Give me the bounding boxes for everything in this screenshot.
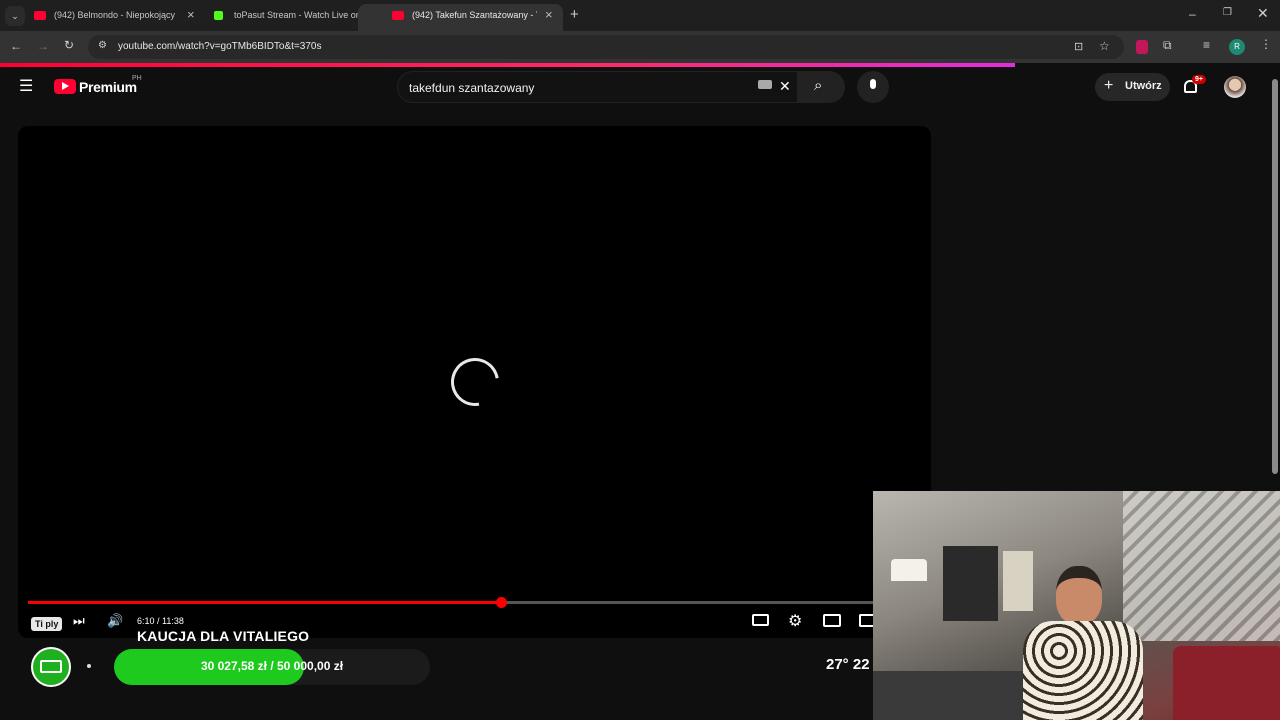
settings-gear-icon[interactable]: ⚙: [788, 611, 802, 631]
search-input[interactable]: takefdun szantazowany ✕: [397, 71, 798, 103]
donation-money-icon: [31, 647, 71, 687]
next-video-icon[interactable]: ⏭: [73, 613, 85, 629]
youtube-logo[interactable]: [54, 79, 76, 94]
kick-favicon-icon: [214, 11, 223, 20]
streamer-shirt: [1023, 621, 1143, 720]
mic-icon: [870, 79, 876, 89]
tab-title: (942) Takefun Szantażowany - Y: [412, 10, 537, 20]
notifications-button[interactable]: 9+: [1182, 75, 1206, 97]
search-button[interactable]: ⌕: [798, 71, 845, 103]
webcam-lamp: [891, 559, 927, 581]
tab-title: toPasut Stream - Watch Live on: [234, 10, 359, 20]
stream-goal-title: KAUCJA DLA VITALIEGO: [137, 628, 310, 644]
create-button[interactable]: + Utwórz: [1095, 73, 1170, 101]
hamburger-menu-icon[interactable]: ☰: [19, 76, 33, 96]
overlay-dot: [87, 664, 91, 668]
premium-wordmark: Premium: [79, 79, 137, 95]
forward-icon[interactable]: →: [37, 39, 49, 53]
webcam-staircase: [1123, 491, 1280, 641]
back-icon[interactable]: ←: [10, 39, 22, 53]
seek-bar[interactable]: [28, 597, 878, 608]
volume-icon[interactable]: 🔊: [107, 613, 123, 629]
tab-takefun-active[interactable]: (942) Takefun Szantażowany - Y ×: [358, 4, 563, 31]
close-window-icon[interactable]: ✕: [1257, 5, 1269, 22]
youtube-header: ☰ Premium PH takefdun szantazowany ✕ ⌕ +…: [0, 67, 1270, 107]
url-text: youtube.com/watch?v=goTMb6BIDTo&t=370s: [118, 41, 322, 52]
profile-avatar[interactable]: R: [1229, 39, 1245, 55]
site-settings-icon[interactable]: ⚙: [98, 40, 107, 51]
region-code: PH: [132, 75, 142, 82]
account-avatar[interactable]: [1224, 76, 1246, 98]
donation-goal-bar: 30 027,58 zł / 50 000,00 zł: [114, 649, 430, 685]
extensions-puzzle-icon[interactable]: ⧉: [1163, 38, 1172, 53]
address-bar[interactable]: ⚙ youtube.com/watch?v=goTMb6BIDTo&t=370s…: [88, 35, 1124, 59]
weather-readout: 27° 22: [826, 656, 870, 673]
voice-search-button[interactable]: [857, 71, 889, 103]
browser-toolbar: ← → ↻ ⚙ youtube.com/watch?v=goTMb6BIDTo&…: [0, 31, 1280, 63]
search-query: takefdun szantazowany: [409, 81, 535, 95]
plus-icon: +: [1104, 77, 1114, 94]
webcam-monitor: [943, 546, 998, 621]
subtitles-icon[interactable]: [752, 614, 769, 626]
time-display: 6:10 / 11:38: [137, 616, 184, 626]
close-tab-icon[interactable]: ×: [545, 7, 553, 22]
webcam-streamer: [1018, 566, 1143, 720]
restore-icon[interactable]: ❐: [1223, 7, 1232, 18]
install-app-icon[interactable]: ⊡: [1074, 40, 1083, 53]
tab-title: (942) Belmondo - Niepokojący: [54, 10, 176, 20]
clear-search-icon[interactable]: ✕: [779, 78, 791, 95]
youtube-favicon-icon: [392, 11, 404, 20]
webcam-sofa: [1173, 646, 1280, 720]
miniplayer-icon[interactable]: [823, 614, 841, 627]
page-scrollbar[interactable]: [1270, 67, 1280, 477]
reading-list-icon[interactable]: ≡: [1203, 38, 1210, 52]
browser-tab-strip: ⌄ (942) Belmondo - Niepokojący × toPasut…: [0, 0, 1280, 31]
keyboard-icon[interactable]: [758, 80, 772, 89]
scrollbar-thumb[interactable]: [1272, 79, 1278, 474]
create-label: Utwórz: [1125, 80, 1162, 92]
seek-bar-played: [28, 601, 502, 604]
play-tooltip: Ti ply: [31, 617, 63, 631]
notification-badge: 9+: [1192, 75, 1206, 84]
streamer-head: [1056, 566, 1102, 624]
youtube-favicon-icon: [34, 11, 46, 20]
reload-icon[interactable]: ↻: [64, 38, 74, 52]
streamer-webcam: [873, 491, 1280, 720]
search-icon: ⌕: [814, 77, 823, 94]
minimize-icon[interactable]: –: [1189, 7, 1196, 21]
browser-menu-icon[interactable]: ⋮: [1260, 37, 1272, 51]
banknote-icon: [40, 660, 62, 673]
tab-belmondo[interactable]: (942) Belmondo - Niepokojący ×: [0, 4, 210, 28]
webcam-desk: [873, 671, 1023, 720]
extension-shield-icon[interactable]: [1136, 40, 1148, 54]
new-tab-button[interactable]: +: [570, 6, 579, 23]
donation-goal-text: 30 027,58 zł / 50 000,00 zł: [200, 659, 344, 673]
play-triangle-icon: [62, 82, 69, 90]
bookmark-star-icon[interactable]: ☆: [1099, 39, 1110, 53]
